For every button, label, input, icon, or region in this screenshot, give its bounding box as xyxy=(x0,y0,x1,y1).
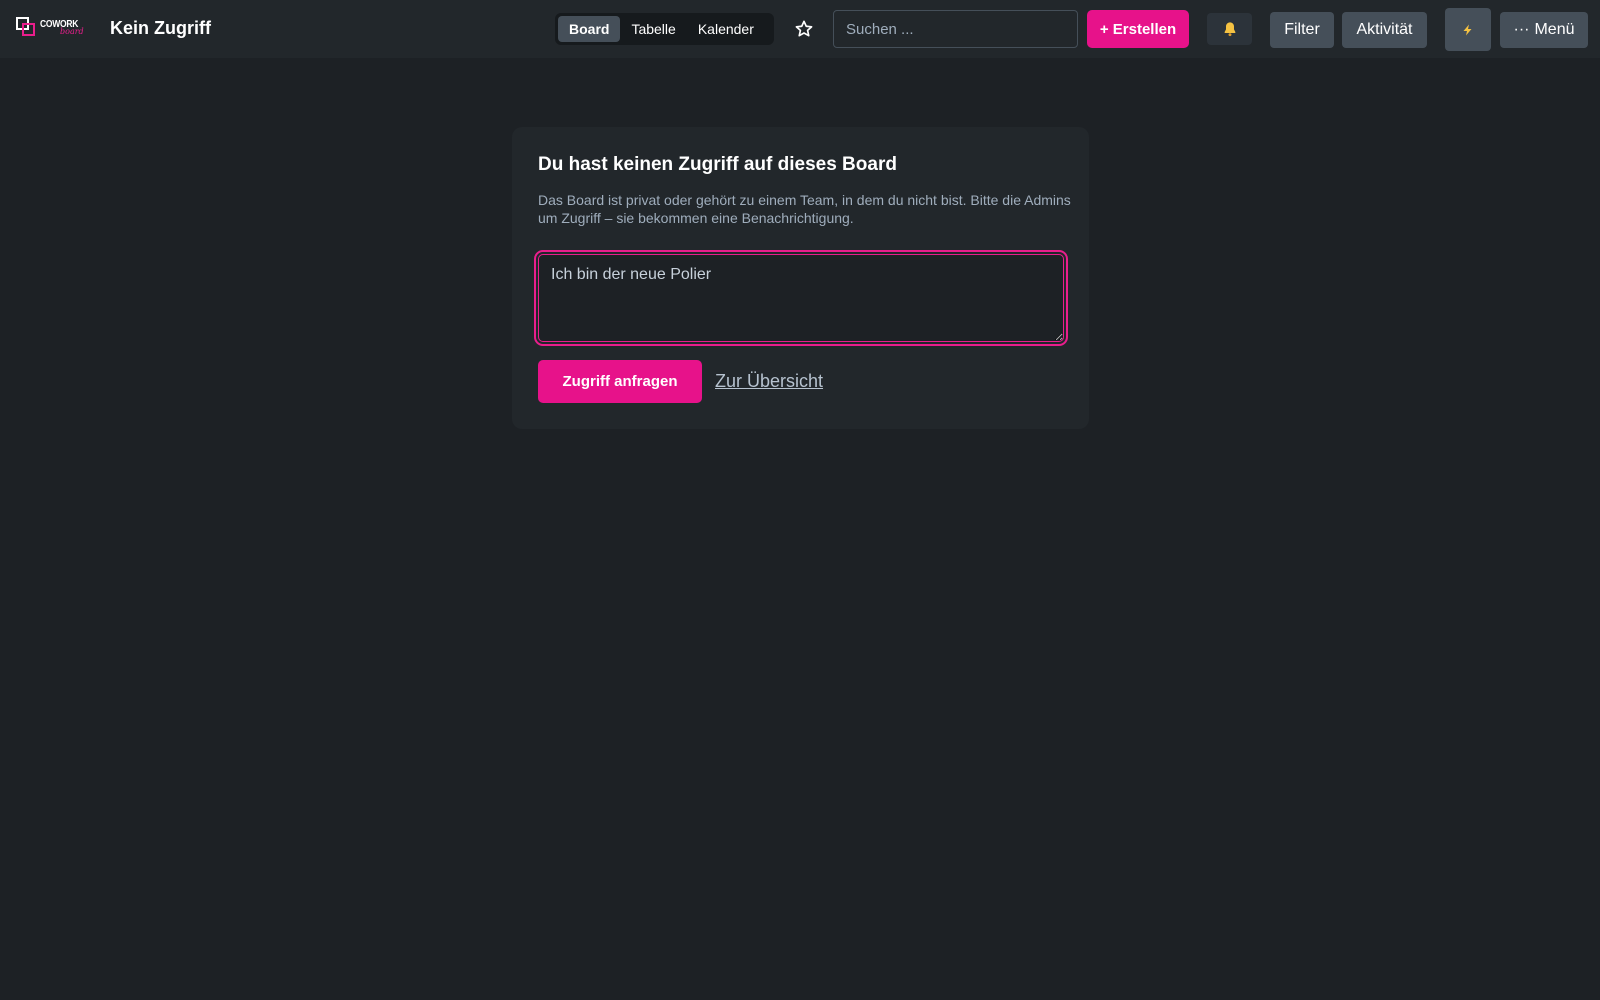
app-logo[interactable]: COWORK board xyxy=(16,17,84,39)
more-dots-icon: ··· xyxy=(1513,21,1530,38)
favorite-star-button[interactable] xyxy=(791,16,817,42)
card-title: Du hast keinen Zugriff auf dieses Board xyxy=(538,154,897,175)
filter-button[interactable]: Filter xyxy=(1270,12,1334,48)
menu-button[interactable]: ··· Menü xyxy=(1500,12,1588,48)
notifications-button[interactable] xyxy=(1207,13,1252,45)
bell-icon xyxy=(1224,22,1235,37)
request-access-button[interactable]: Zugriff anfragen xyxy=(538,360,702,403)
star-outline-icon xyxy=(795,20,813,37)
power-ups-button[interactable] xyxy=(1445,8,1491,51)
lightning-icon xyxy=(1463,24,1472,35)
back-to-overview-link[interactable]: Zur Übersicht xyxy=(715,371,823,392)
view-switcher: Board Tabelle Kalender xyxy=(555,13,774,45)
top-navigation-bar: COWORK board Kein Zugriff Board Tabelle … xyxy=(0,0,1600,58)
search-input[interactable] xyxy=(833,10,1078,48)
no-access-card: Du hast keinen Zugriff auf dieses Board … xyxy=(512,127,1089,429)
tab-board[interactable]: Board xyxy=(558,16,621,42)
logo-square-accent-icon xyxy=(22,23,35,36)
menu-button-label: Menü xyxy=(1534,21,1575,38)
access-request-message-field[interactable]: Ich bin der neue Polier xyxy=(534,250,1068,346)
activity-button[interactable]: Aktivität xyxy=(1342,12,1427,48)
tab-calendar[interactable]: Kalender xyxy=(687,16,765,42)
page-title: Kein Zugriff xyxy=(110,18,211,38)
logo-subword: board xyxy=(60,27,84,36)
card-description: Das Board ist privat oder gehört zu eine… xyxy=(538,192,1071,226)
create-button[interactable]: + Erstellen xyxy=(1087,10,1189,48)
tab-table[interactable]: Tabelle xyxy=(620,16,686,42)
